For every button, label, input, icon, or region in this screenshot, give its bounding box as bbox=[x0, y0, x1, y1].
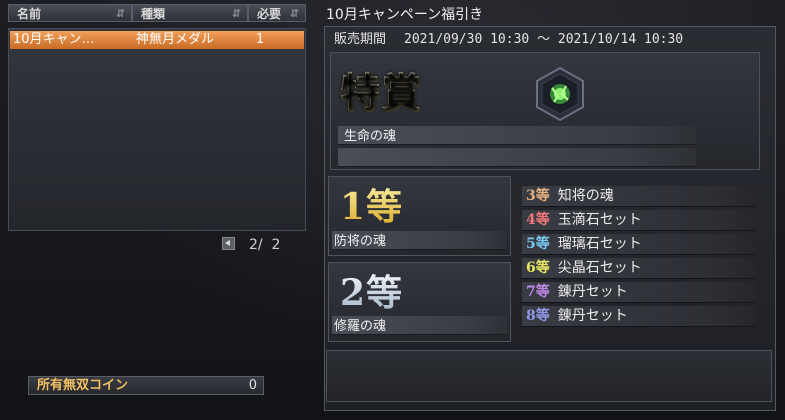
prize-rank-row: 8等 錬丹セット bbox=[522, 306, 756, 327]
sort-icon: ⇵ bbox=[115, 7, 125, 20]
prize-rank-row: 6等 尖晶石セット bbox=[522, 258, 756, 279]
prize-rank-suffix: 等 bbox=[535, 260, 550, 276]
prize-rank-suffix: 等 bbox=[535, 236, 550, 252]
pager-separator: / bbox=[257, 237, 263, 253]
second-item-name: 修羅の魂 bbox=[334, 319, 387, 334]
special-item-row-empty bbox=[338, 148, 696, 167]
column-header-name-label: 名前 bbox=[17, 7, 42, 21]
prize-rank-label: 8 bbox=[526, 308, 536, 324]
campaign-title: 10月キャンペーン福引き bbox=[326, 7, 484, 23]
column-header-name[interactable]: 名前 ⇵ bbox=[8, 4, 132, 22]
column-header-required[interactable]: 必要 ⇵ bbox=[248, 4, 306, 22]
coin-balance: 所有無双コイン 0 bbox=[28, 376, 264, 395]
first-item-name: 防将の魂 bbox=[334, 234, 387, 249]
list-item-selected[interactable]: 10月キャン… 神無月メダル 1 bbox=[10, 31, 304, 49]
prev-page-icon[interactable] bbox=[222, 237, 235, 250]
prize-rank-label: 3 bbox=[526, 188, 536, 204]
prize-item-name: 尖晶石セット bbox=[557, 260, 642, 276]
prize-item-name: 瑠璃石セット bbox=[557, 236, 642, 252]
campaign-list: 10月キャン… 神無月メダル 1 bbox=[8, 28, 306, 231]
prize-rank-suffix: 等 bbox=[535, 212, 550, 228]
prize-rank-label: 5 bbox=[526, 236, 536, 252]
sort-icon: ⇵ bbox=[231, 7, 241, 20]
prize-rank-row: 7等 錬丹セット bbox=[522, 282, 756, 303]
prize-rank-row: 5等 瑠璃石セット bbox=[522, 234, 756, 255]
column-header-type[interactable]: 種類 ⇵ bbox=[132, 4, 248, 22]
period-label: 販売期間 bbox=[334, 32, 387, 47]
pager: 2/ 2 bbox=[222, 236, 280, 253]
sales-period: 販売期間 2021/09/30 10:30 ～ 2021/10/14 10:30 bbox=[334, 28, 683, 47]
list-item-name: 10月キャン… bbox=[13, 32, 95, 47]
prize-rank-suffix: 等 bbox=[535, 188, 550, 204]
special-item-name: 生命の魂 bbox=[344, 129, 397, 144]
prize-rank-suffix: 等 bbox=[535, 284, 550, 300]
prize-rank-suffix: 等 bbox=[535, 308, 550, 324]
first-prize-rank: 1等 bbox=[340, 178, 403, 230]
period-value: 2021/09/30 10:30 ～ 2021/10/14 10:30 bbox=[404, 32, 684, 47]
list-item-type: 神無月メダル bbox=[136, 32, 215, 47]
prize-rank-row: 3等 知将の魂 bbox=[522, 186, 756, 207]
prize-item-name: 玉滴石セット bbox=[557, 212, 642, 228]
gem-medal-icon bbox=[532, 66, 588, 122]
column-header-type-label: 種類 bbox=[141, 7, 166, 21]
column-header-required-label: 必要 bbox=[257, 7, 282, 21]
sort-icon: ⇵ bbox=[289, 7, 299, 20]
prize-item-name: 錬丹セット bbox=[557, 284, 628, 300]
prize-rank-row: 4等 玉滴石セット bbox=[522, 210, 756, 231]
second-prize-rank: 2等 bbox=[340, 264, 403, 316]
special-prize-rank: 特賞 bbox=[340, 60, 422, 118]
pager-current: 2 bbox=[249, 237, 258, 253]
prize-rank-label: 7 bbox=[526, 284, 536, 300]
description-box bbox=[326, 350, 772, 402]
list-item-required: 1 bbox=[256, 32, 265, 47]
coin-value: 0 bbox=[248, 378, 257, 393]
coin-label: 所有無双コイン bbox=[37, 378, 129, 393]
prize-item-name: 知将の魂 bbox=[557, 188, 614, 204]
prize-item-name: 錬丹セット bbox=[557, 308, 628, 324]
prize-rank-label: 4 bbox=[526, 212, 536, 228]
prize-rank-label: 6 bbox=[526, 260, 536, 276]
pager-total: 2 bbox=[271, 237, 281, 253]
